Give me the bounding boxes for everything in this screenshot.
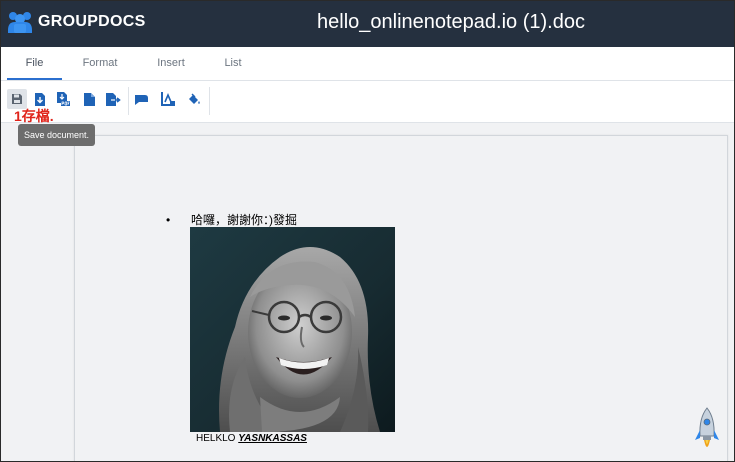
file-toolbar xyxy=(1,81,734,123)
toolbar-divider xyxy=(209,87,210,115)
new-document-button[interactable] xyxy=(79,89,99,109)
menu-tabs: File Format Insert List xyxy=(1,47,734,81)
toolbar-divider xyxy=(128,87,129,115)
tab-file[interactable]: File xyxy=(7,47,62,80)
tab-format[interactable]: Format xyxy=(74,47,126,79)
fill-color-button[interactable] xyxy=(184,89,204,109)
open-file-button[interactable] xyxy=(103,89,123,109)
app-header: GROUPDOCS hello_onlinenotepad.io (1).doc xyxy=(1,1,734,47)
comment-icon xyxy=(135,95,148,105)
document-title: hello_onlinenotepad.io (1).doc xyxy=(317,11,585,33)
tab-insert[interactable]: Insert xyxy=(145,47,197,79)
open-file-icon xyxy=(105,92,121,106)
caption-plain-text: HELKLO xyxy=(196,433,239,444)
save-tooltip: Save document. xyxy=(18,124,96,146)
export-pdf-button[interactable] xyxy=(53,89,73,109)
brand-name: GROUPDOCS xyxy=(38,13,146,30)
portrait-photo[interactable] xyxy=(190,227,395,432)
document-page[interactable] xyxy=(74,135,728,461)
editor-window: GROUPDOCS hello_onlinenotepad.io (1).doc… xyxy=(0,0,735,462)
save-annotation: 1存檔. xyxy=(14,108,54,124)
tab-list[interactable]: List xyxy=(213,47,253,79)
list-bullet: • xyxy=(166,213,171,227)
comment-button[interactable] xyxy=(132,89,152,109)
new-document-icon xyxy=(83,92,95,106)
export-pdf-icon xyxy=(57,92,70,106)
fill-color-icon xyxy=(189,93,200,104)
groupdocs-logo-icon xyxy=(8,12,32,33)
list-item-text[interactable]: 哈囉，謝謝你：)發掘 xyxy=(191,211,297,228)
rocket-icon[interactable] xyxy=(695,406,719,458)
image-caption[interactable]: HELKLO YASNKASSAS xyxy=(196,433,307,444)
save-icon xyxy=(12,94,22,104)
text-color-button[interactable] xyxy=(158,89,178,109)
text-color-icon xyxy=(161,92,175,106)
download-icon xyxy=(35,92,45,106)
caption-emphasis-text: YASNKASSAS xyxy=(238,433,307,444)
